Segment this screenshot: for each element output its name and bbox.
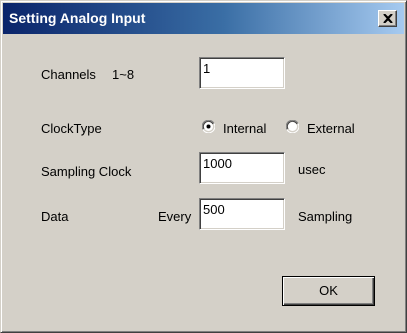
dialog-title: Setting Analog Input (9, 10, 146, 26)
radio-external-label[interactable]: External (307, 121, 355, 136)
channels-input[interactable]: 1 (199, 57, 285, 89)
sampling-clock-label: Sampling Clock (41, 164, 132, 179)
sampling-clock-unit: usec (298, 162, 326, 177)
radio-internal[interactable] (202, 120, 215, 133)
close-icon (383, 14, 393, 23)
radio-dot (206, 124, 211, 129)
data-every-input[interactable]: 500 (199, 198, 285, 230)
radio-internal-label[interactable]: Internal (223, 121, 266, 136)
sampling-clock-input[interactable]: 1000 (199, 152, 285, 184)
clocktype-label: ClockType (41, 121, 102, 136)
data-every-label: Every (158, 209, 192, 224)
data-unit-label: Sampling (298, 209, 353, 224)
data-label: Data (41, 209, 69, 224)
radio-external[interactable] (286, 120, 299, 133)
channels-range-label: 1~8 (112, 67, 135, 82)
close-button[interactable] (378, 10, 397, 27)
dialog-window: Setting Analog Input Channels 1~8 1 Cloc… (0, 0, 407, 333)
title-bar[interactable]: Setting Analog Input (3, 3, 404, 34)
ok-button[interactable]: OK (282, 276, 375, 306)
channels-label: Channels (41, 67, 96, 82)
